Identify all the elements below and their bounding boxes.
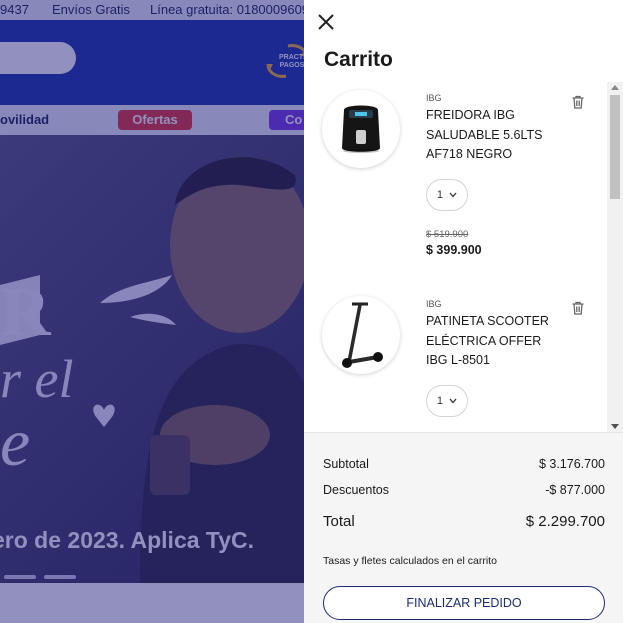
chevron-down-icon <box>449 192 457 198</box>
chevron-down-icon <box>449 398 457 404</box>
shipping-note: Tasas y fletes calculados en el carrito <box>323 555 497 567</box>
scroll-down-arrow-icon[interactable] <box>611 424 619 429</box>
subtotal-label: Subtotal <box>323 457 369 471</box>
checkout-button[interactable]: FINALIZAR PEDIDO <box>323 586 605 620</box>
remove-item-button[interactable] <box>570 94 586 110</box>
cart-item: IBG PATINETA SCOOTER ELÉCTRICA OFFER IBG… <box>304 288 604 432</box>
air-fryer-icon <box>342 105 380 153</box>
quantity-select[interactable]: 1 <box>426 179 468 211</box>
cart-scrollbar[interactable] <box>607 82 623 432</box>
cart-title: Carrito <box>324 48 393 71</box>
subtotal-value: $ 3.176.700 <box>538 457 605 471</box>
quantity-value: 1 <box>436 395 444 407</box>
close-cart-button[interactable] <box>316 12 336 32</box>
quantity-select[interactable]: 1 <box>426 385 468 417</box>
close-icon <box>318 14 334 30</box>
discount-value: -$ 877.000 <box>545 483 605 497</box>
item-old-price: $ 519.900 <box>426 229 469 240</box>
scrollbar-thumb[interactable] <box>610 95 620 199</box>
item-price: $ 399.900 <box>426 243 482 257</box>
cart-drawer: Carrito IBG FREIDORA IBG SALUDABLE 5.6LT… <box>304 0 623 623</box>
discount-label: Descuentos <box>323 483 390 497</box>
remove-item-button[interactable] <box>570 300 586 316</box>
air-fryer-image[interactable] <box>322 90 400 168</box>
trash-icon <box>572 301 584 315</box>
total-value: $ 2.299.700 <box>525 513 605 530</box>
scroll-up-arrow-icon[interactable] <box>611 85 619 90</box>
scooter-image[interactable] <box>322 296 400 374</box>
cart-summary: Subtotal $ 3.176.700 Descuentos -$ 877.0… <box>304 432 623 623</box>
quantity-value: 1 <box>436 189 444 201</box>
trash-icon <box>572 95 584 109</box>
item-name[interactable]: FREIDORA IBG SALUDABLE 5.6LTS AF718 NEGR… <box>426 106 556 165</box>
item-brand: IBG <box>426 299 442 309</box>
item-brand: IBG <box>426 93 442 103</box>
total-label: Total <box>323 513 355 530</box>
scooter-icon <box>342 302 383 368</box>
cart-item: IBG FREIDORA IBG SALUDABLE 5.6LTS AF718 … <box>304 82 604 288</box>
cart-items-list: IBG FREIDORA IBG SALUDABLE 5.6LTS AF718 … <box>304 82 623 432</box>
item-name[interactable]: PATINETA SCOOTER ELÉCTRICA OFFER IBG L-8… <box>426 312 556 371</box>
